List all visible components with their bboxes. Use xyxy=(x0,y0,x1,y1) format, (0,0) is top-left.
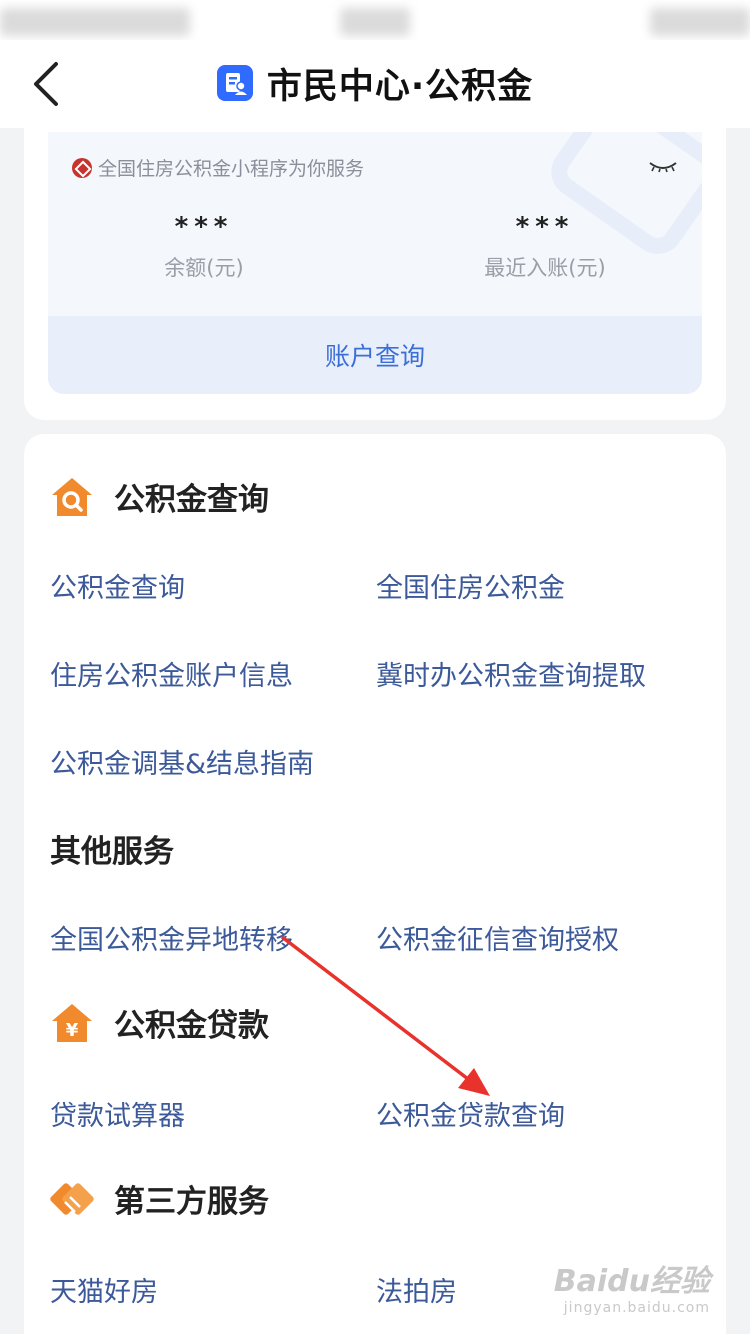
status-bar-blurred-right xyxy=(650,8,750,36)
account-query-button[interactable]: 账户查询 xyxy=(48,316,702,394)
section-title-loan: 公积金贷款 xyxy=(114,1008,269,1044)
account-summary: 全国住房公积金小程序为你服务 *** 余额(元) *** 最近入账(元) 账户查… xyxy=(48,132,702,394)
handshake-icon xyxy=(50,1177,94,1221)
status-bar xyxy=(0,0,750,40)
link-transfer[interactable]: 全国公积金异地转移 xyxy=(50,918,293,957)
balance-stat: *** 余额(元) xyxy=(54,212,354,282)
page-title: 市民中心·公积金 xyxy=(266,66,534,107)
section-title-third: 第三方服务 xyxy=(114,1184,269,1220)
link-loan-query[interactable]: 公积金贷款查询 xyxy=(376,1094,565,1133)
nav-title-group: 市民中心·公积金 xyxy=(0,58,750,108)
app-logo-icon xyxy=(216,65,253,101)
status-bar-blurred-center xyxy=(340,8,410,36)
link-credit-auth[interactable]: 公积金征信查询授权 xyxy=(376,918,619,957)
link-account-info[interactable]: 住房公积金账户信息 xyxy=(50,654,293,693)
watermark-url: jingyan.baidu.com xyxy=(563,1300,710,1316)
balance-label: 余额(元) xyxy=(164,256,244,280)
house-search-icon xyxy=(50,475,94,519)
baidu-watermark: Baidu经验 jingyan.baidu.com xyxy=(554,1256,710,1316)
link-adjust-guide[interactable]: 公积金调基&结息指南 xyxy=(50,742,314,781)
recent-deposit-stat: *** 最近入账(元) xyxy=(395,212,695,282)
link-jishiban-withdraw[interactable]: 冀时办公积金查询提取 xyxy=(376,654,646,693)
link-national-gjj[interactable]: 全国住房公积金 xyxy=(376,566,565,605)
nav-bar: 市民中心·公积金 xyxy=(0,40,750,128)
services-card: 公积金查询 公积金查询 全国住房公积金 住房公积金账户信息 冀时办公积金查询提取… xyxy=(24,434,726,1334)
provider-logo-icon xyxy=(72,157,92,178)
link-auction-house[interactable]: 法拍房 xyxy=(376,1270,457,1309)
section-header-loan: ¥ 公积金贷款 xyxy=(50,1000,269,1045)
section-header-query: 公积金查询 xyxy=(50,474,269,519)
watermark-logo: Baidu经验 xyxy=(553,1264,710,1299)
section-title-query: 公积金查询 xyxy=(114,482,269,518)
house-yen-icon: ¥ xyxy=(50,1001,94,1045)
svg-text:¥: ¥ xyxy=(66,1020,79,1041)
link-tmall-house[interactable]: 天猫好房 xyxy=(50,1270,158,1309)
section-title-other: 其他服务 xyxy=(50,834,174,870)
recent-deposit-value: *** xyxy=(515,212,575,242)
provider-line: 全国住房公积金小程序为你服务 xyxy=(72,154,364,181)
balance-value: *** xyxy=(174,212,234,242)
eye-closed-icon[interactable] xyxy=(648,158,678,173)
link-loan-calculator[interactable]: 贷款试算器 xyxy=(50,1094,185,1133)
provider-text: 全国住房公积金小程序为你服务 xyxy=(98,158,365,180)
recent-deposit-label: 最近入账(元) xyxy=(484,256,606,280)
link-gjj-query[interactable]: 公积金查询 xyxy=(50,566,185,605)
section-header-third: 第三方服务 xyxy=(50,1176,269,1221)
status-bar-blurred-left xyxy=(0,8,190,36)
